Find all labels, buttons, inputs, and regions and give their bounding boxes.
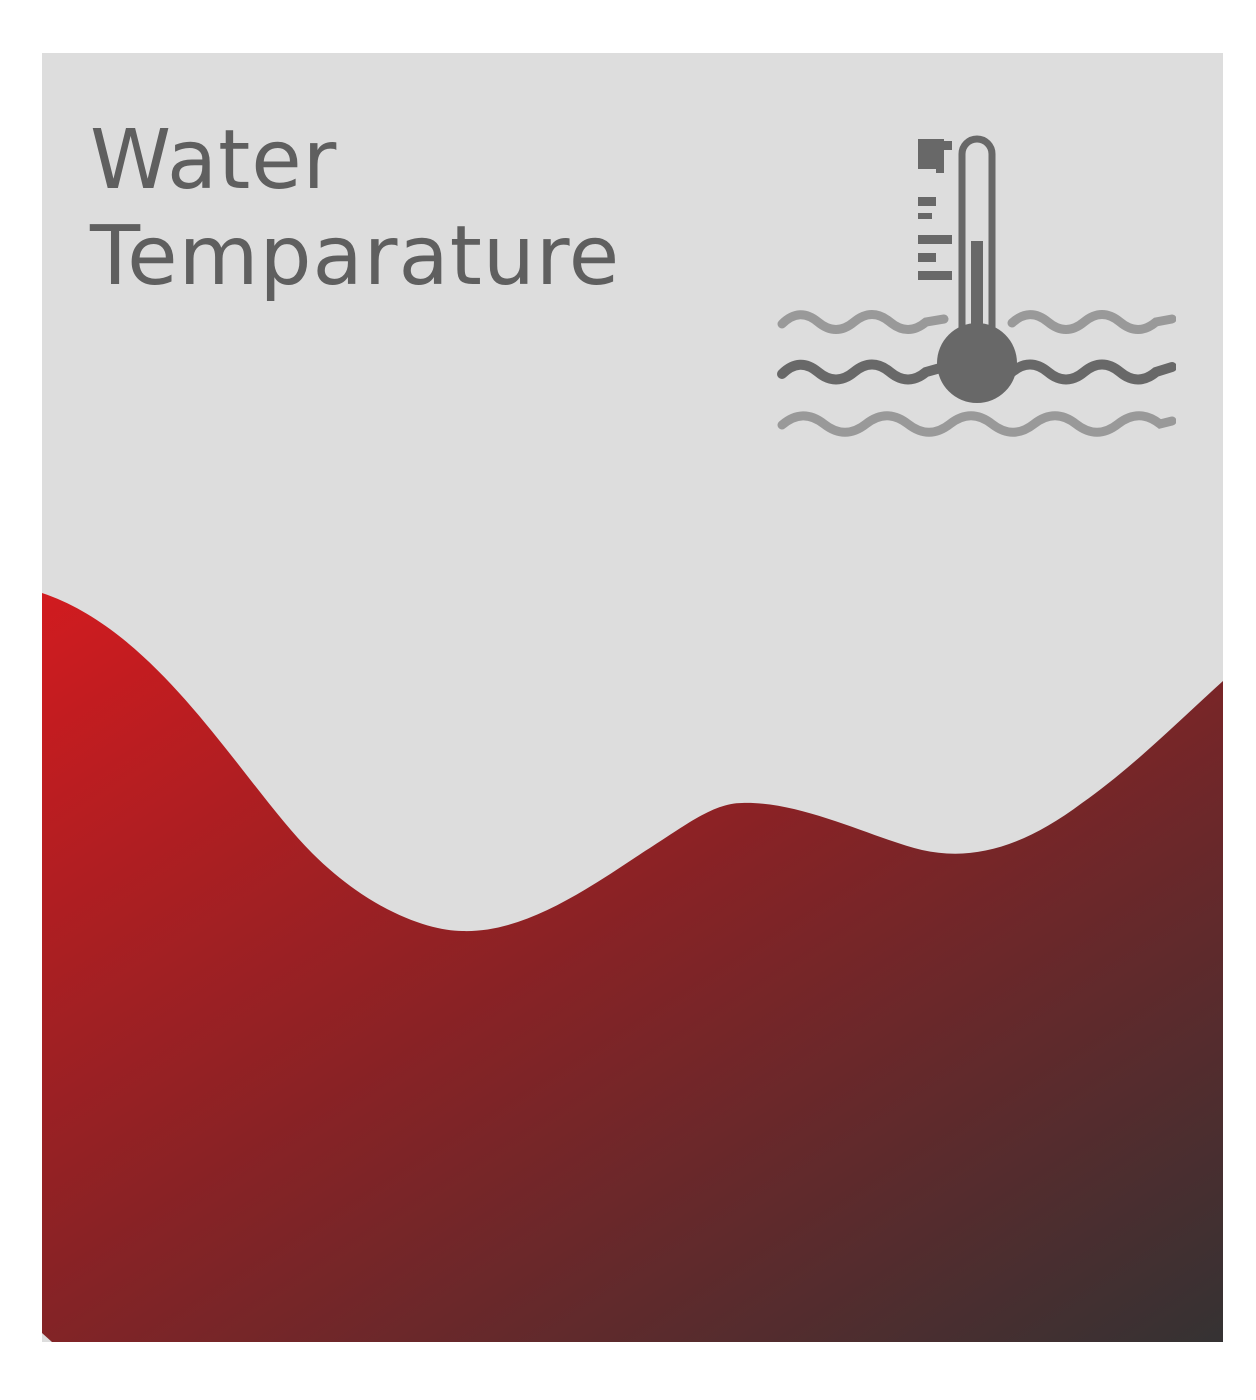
- bottom-wave-icon: [777, 411, 1176, 437]
- title-line-2: Temparature: [90, 209, 621, 304]
- page-title: Water Temparature: [90, 113, 620, 305]
- thermometer-icon: [918, 135, 1017, 403]
- water-temperature-card: Water Temparature: [42, 53, 1223, 1342]
- water-temperature-icon: [777, 135, 1176, 437]
- title-line-1: Water: [90, 113, 338, 208]
